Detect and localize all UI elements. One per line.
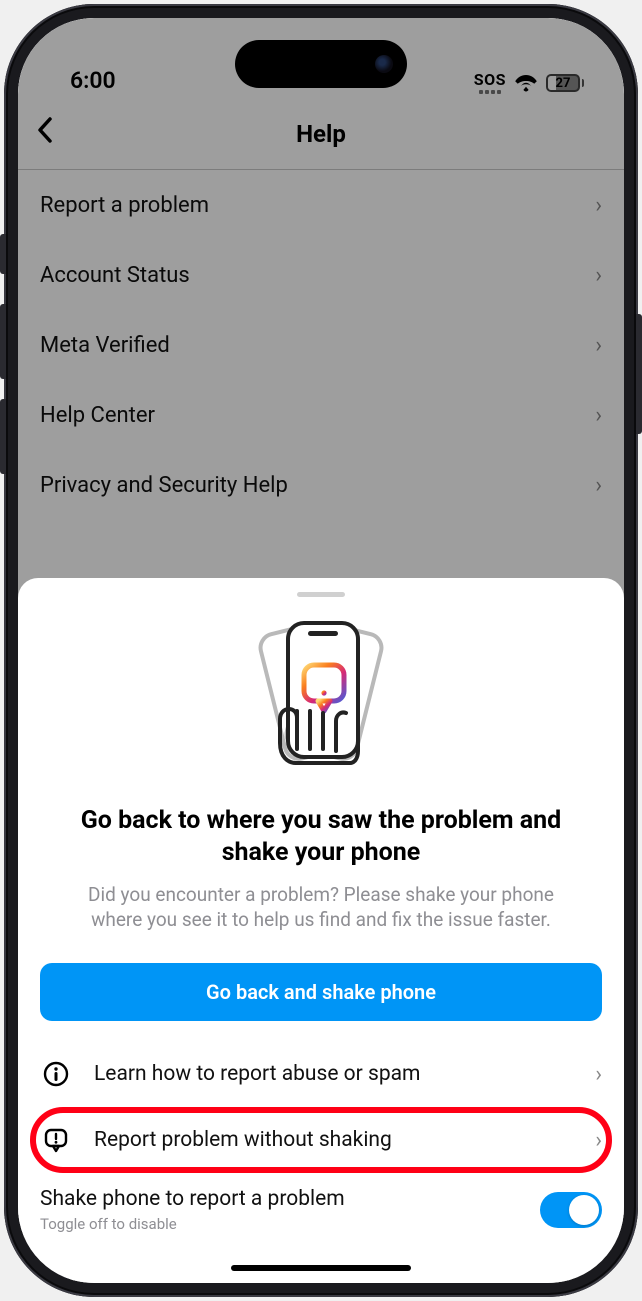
sheet-grabber[interactable] — [297, 592, 345, 597]
row-label: Report problem without shaking — [94, 1128, 595, 1152]
sos-label: SOS — [474, 72, 506, 88]
phone-frame: 6:00 SOS 27 — [4, 4, 638, 1297]
menu-item-meta-verified[interactable]: Meta Verified › — [18, 310, 624, 380]
menu-item-label: Account Status — [40, 263, 190, 288]
silence-switch — [0, 234, 6, 274]
power-button — [636, 314, 642, 434]
primary-button-label: Go back and shake phone — [206, 980, 436, 1004]
help-menu-list: Report a problem › Account Status › Meta… — [18, 170, 624, 520]
learn-report-abuse-row[interactable]: Learn how to report abuse or spam › — [18, 1041, 624, 1107]
front-camera-icon — [375, 55, 393, 73]
menu-item-label: Privacy and Security Help — [40, 473, 288, 498]
chevron-right-icon: › — [595, 193, 602, 218]
shake-toggle-row: Shake phone to report a problem Toggle o… — [18, 1173, 624, 1233]
status-time: 6:00 — [70, 67, 116, 94]
side-buttons-right — [636, 314, 642, 434]
report-bubble-icon — [40, 1127, 72, 1153]
page-title: Help — [296, 120, 346, 148]
menu-item-report-problem[interactable]: Report a problem › — [18, 170, 624, 240]
sos-indicator: SOS — [474, 72, 506, 94]
screen: 6:00 SOS 27 — [18, 18, 624, 1283]
report-without-shaking-row[interactable]: Report problem without shaking › — [18, 1107, 624, 1173]
toggle-label: Shake phone to report a problem — [40, 1187, 345, 1211]
chevron-right-icon: › — [595, 333, 602, 358]
sheet-subtitle: Did you encounter a problem? Please shak… — [18, 882, 624, 933]
report-problem-sheet: Go back to where you saw the problem and… — [18, 578, 624, 1283]
sheet-title: Go back to where you saw the problem and… — [18, 805, 624, 870]
menu-item-account-status[interactable]: Account Status › — [18, 240, 624, 310]
side-buttons-left — [0, 234, 6, 494]
back-button[interactable] — [36, 116, 54, 152]
chevron-right-icon: › — [595, 473, 602, 498]
wifi-icon — [514, 74, 538, 92]
chevron-right-icon: › — [595, 1062, 602, 1087]
shake-report-toggle[interactable] — [540, 1192, 602, 1228]
shake-phone-illustration-icon — [18, 613, 624, 783]
battery-indicator: 27 — [546, 74, 584, 92]
info-icon — [40, 1061, 72, 1087]
menu-item-label: Help Center — [40, 403, 155, 428]
home-indicator[interactable] — [231, 1265, 411, 1271]
chevron-right-icon: › — [595, 1128, 602, 1153]
chevron-right-icon: › — [595, 263, 602, 288]
menu-item-privacy-security[interactable]: Privacy and Security Help › — [18, 450, 624, 520]
status-icons: SOS 27 — [474, 72, 584, 94]
row-label: Learn how to report abuse or spam — [94, 1062, 595, 1086]
signal-dots-icon — [479, 90, 501, 94]
volume-down-button — [0, 399, 6, 474]
menu-item-label: Report a problem — [40, 193, 209, 218]
menu-item-help-center[interactable]: Help Center › — [18, 380, 624, 450]
chevron-right-icon: › — [595, 403, 602, 428]
go-back-shake-button[interactable]: Go back and shake phone — [40, 963, 602, 1021]
battery-percent: 27 — [548, 76, 578, 90]
toggle-hint: Toggle off to disable — [40, 1215, 345, 1233]
dynamic-island — [235, 40, 407, 88]
nav-header: Help — [18, 98, 624, 170]
volume-up-button — [0, 304, 6, 379]
switch-knob-icon — [569, 1195, 599, 1225]
menu-item-label: Meta Verified — [40, 333, 170, 358]
